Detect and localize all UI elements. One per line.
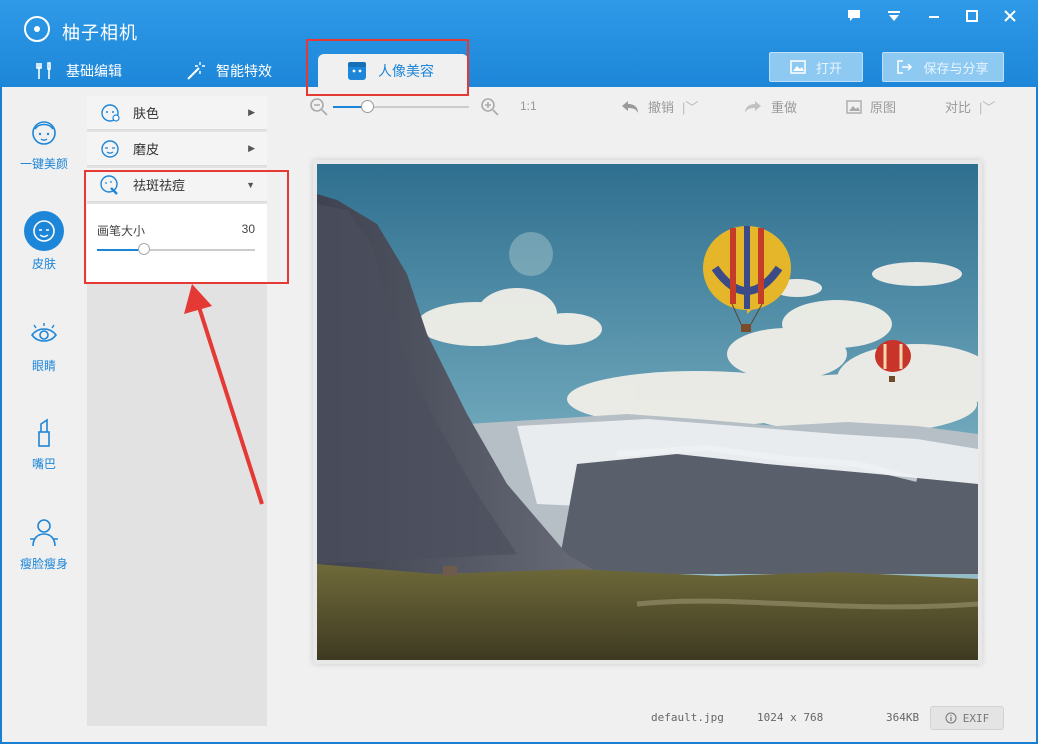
tab-smart-effects[interactable]: 智能特效 — [184, 54, 272, 87]
redo-button[interactable]: 重做 — [743, 97, 797, 116]
nav-label: 皮肤 — [31, 257, 56, 271]
eye-icon — [30, 323, 58, 342]
left-nav: 一键美颜 皮肤 眼睛 嘴巴 瘦脸瘦身 — [8, 87, 88, 737]
nav-label: 嘴巴 — [31, 457, 56, 471]
nav-label: 一键美颜 — [19, 157, 68, 171]
menu-icon[interactable] — [880, 8, 908, 28]
status-dimensions: 1024 x 768 — [757, 711, 824, 724]
brush-size-slider[interactable] — [97, 243, 255, 255]
actual-size-button[interactable]: 1:1 — [520, 99, 537, 113]
undo-button[interactable]: 撤销 |﹀ — [620, 97, 698, 116]
tab-label: 人像美容 — [378, 62, 434, 79]
accordion-smoothing[interactable]: 磨皮 ▶ — [87, 132, 267, 166]
brush-size-handle[interactable] — [138, 243, 150, 255]
zoom-slider[interactable] — [333, 100, 469, 113]
compare-button[interactable]: 对比 |﹀ — [945, 97, 995, 116]
brush-size-fill — [97, 249, 144, 251]
body-slim-icon — [30, 519, 58, 547]
feedback-icon[interactable] — [840, 8, 868, 28]
brush-size-label: 画笔大小 — [97, 224, 146, 238]
nav-label: 瘦脸瘦身 — [19, 557, 68, 571]
open-button[interactable]: 打开 — [769, 52, 863, 82]
image-open-icon — [790, 60, 806, 74]
title-bar: 柚子相机 基础编辑 智能特效 人像美容 打开 保存与分享 — [0, 0, 1038, 87]
save-share-button[interactable]: 保存与分享 — [882, 52, 1004, 82]
accordion-label: 肤色 — [133, 106, 160, 121]
photo-image — [317, 164, 978, 660]
nav-eyes[interactable]: 眼睛 — [0, 317, 88, 374]
tab-basic-edit[interactable]: 基础编辑 — [34, 54, 122, 87]
nav-mouth[interactable]: 嘴巴 — [0, 415, 88, 472]
zoom-out-icon[interactable] — [309, 97, 329, 117]
magic-wand-icon — [187, 61, 205, 80]
minimize-icon[interactable] — [920, 8, 948, 28]
beauty-face-icon — [32, 121, 56, 145]
redo-label: 重做 — [771, 100, 798, 115]
image-icon — [846, 99, 862, 114]
compare-label: 对比 — [945, 100, 972, 115]
undo-label: 撤销 — [648, 100, 675, 115]
app-logo-icon — [24, 16, 50, 42]
tab-label: 智能特效 — [216, 62, 272, 79]
open-label: 打开 — [815, 60, 842, 76]
redo-icon — [745, 100, 761, 113]
spot-brush-icon — [100, 174, 118, 195]
accordion-label: 祛斑祛痘 — [133, 178, 186, 193]
nav-one-click-beauty[interactable]: 一键美颜 — [0, 115, 88, 172]
exif-label: EXIF — [962, 711, 990, 725]
lipstick-icon — [38, 418, 50, 447]
tab-label: 基础编辑 — [66, 62, 122, 79]
original-label: 原图 — [870, 100, 897, 115]
info-icon — [945, 712, 957, 724]
exif-button[interactable]: EXIF — [930, 706, 1004, 730]
accordion-skin-tone[interactable]: 肤色 ▶ — [87, 96, 267, 130]
photo-canvas[interactable] — [313, 160, 982, 664]
close-icon[interactable] — [996, 8, 1024, 28]
nav-skin[interactable]: 皮肤 — [0, 211, 88, 272]
tab-portrait-beauty[interactable]: 人像美容 — [318, 54, 468, 87]
skin-face-icon — [24, 211, 64, 251]
chevron-right-icon: ▶ — [248, 107, 255, 117]
original-button[interactable]: 原图 — [846, 97, 896, 116]
zoom-handle[interactable] — [361, 100, 374, 113]
export-icon — [897, 60, 913, 74]
brush-size-panel: 画笔大小 30 — [87, 204, 267, 284]
chevron-down-icon: ▼ — [246, 179, 255, 190]
app-window: 柚子相机 基础编辑 智能特效 人像美容 打开 保存与分享 一键美颜 皮肤 眼睛 … — [0, 0, 1038, 744]
annotation-arrow — [184, 284, 264, 505]
save-share-label: 保存与分享 — [923, 60, 989, 76]
accordion-spot-removal[interactable]: 祛斑祛痘 ▼ — [87, 168, 267, 202]
zoom-in-icon[interactable] — [480, 97, 500, 117]
undo-dropdown-icon[interactable]: |﹀ — [682, 97, 698, 116]
compare-dropdown-icon[interactable]: |﹀ — [979, 97, 995, 116]
app-title: 柚子相机 — [62, 23, 138, 43]
brush-tools-icon — [36, 61, 51, 79]
brush-size-value: 30 — [241, 222, 255, 236]
chevron-right-icon: ▶ — [248, 143, 255, 153]
status-filename: default.jpg — [651, 711, 724, 724]
status-filesize: 364KB — [886, 711, 920, 724]
maximize-icon[interactable] — [958, 8, 986, 28]
face-smooth-icon — [101, 139, 119, 158]
nav-label: 眼睛 — [31, 359, 56, 373]
face-box-icon — [348, 61, 366, 80]
nav-slim[interactable]: 瘦脸瘦身 — [0, 515, 88, 572]
undo-icon — [622, 100, 638, 113]
face-tone-icon — [101, 103, 120, 122]
accordion-label: 磨皮 — [133, 142, 160, 157]
